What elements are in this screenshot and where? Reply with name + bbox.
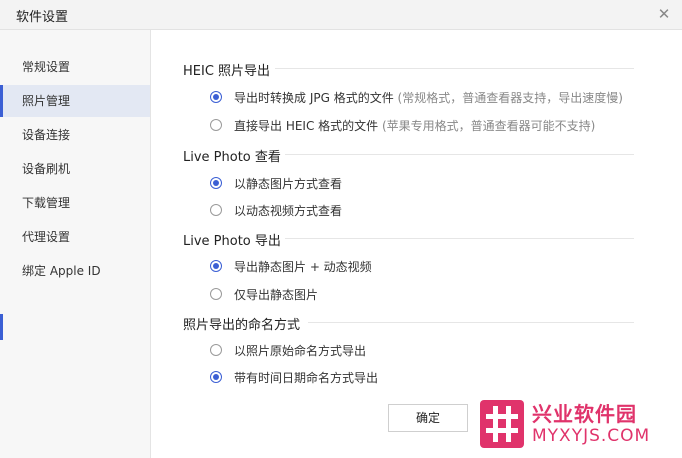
sidebar-item-device-flash[interactable]: 设备刷机 — [0, 153, 150, 185]
option-label: 直接导出 HEIC 格式的文件 — [234, 119, 379, 133]
section-divider — [285, 154, 634, 155]
close-icon[interactable]: ✕ — [656, 5, 672, 23]
settings-sidebar: 常规设置 照片管理 设备连接 设备刷机 下载管理 代理设置 绑定 Apple I… — [0, 30, 151, 458]
section-divider — [275, 68, 634, 69]
section-divider — [285, 238, 634, 239]
sidebar-item-photo-management[interactable]: 照片管理 — [0, 85, 150, 117]
window-title: 软件设置 — [16, 10, 69, 25]
section-title-naming-mode: 照片导出的命名方式 — [183, 318, 301, 333]
radio-button[interactable] — [210, 204, 222, 216]
radio-button[interactable] — [210, 91, 222, 103]
section-title-heic-export: HEIC 照片导出 — [183, 64, 271, 79]
option-label: 带有时间日期命名方式导出 — [234, 371, 379, 385]
watermark-url: MYXYJS.COM — [532, 426, 651, 446]
ok-button[interactable]: 确定 — [388, 404, 468, 432]
section-title-live-photo-export: Live Photo 导出 — [183, 234, 281, 249]
option-note: (常规格式，普通查看器支持，导出速度慢) — [397, 91, 623, 105]
radio-button[interactable] — [210, 177, 222, 189]
option-label: 仅导出静态图片 — [234, 288, 319, 302]
watermark-name: 兴业软件园 — [532, 402, 637, 426]
option-note: (苹果专用格式，普通查看器可能不支持) — [381, 119, 596, 133]
radio-button[interactable] — [210, 119, 222, 131]
watermark: 兴业软件园 MYXYJS.COM — [472, 392, 682, 458]
section-title-live-photo-view: Live Photo 查看 — [183, 150, 281, 165]
option-label: 以动态视频方式查看 — [234, 204, 343, 218]
sidebar-item-bind-apple-id[interactable]: 绑定 Apple ID — [0, 255, 150, 287]
radio-button[interactable] — [210, 260, 222, 272]
sidebar-item-device-connection[interactable]: 设备连接 — [0, 119, 150, 151]
sidebar-item-proxy-settings[interactable]: 代理设置 — [0, 221, 150, 253]
option-label: 以照片原始命名方式导出 — [234, 344, 367, 358]
option-label: 导出时转换成 JPG 格式的文件 — [234, 91, 394, 105]
watermark-logo-icon — [480, 400, 524, 448]
title-bar: 软件设置 ✕ — [0, 0, 682, 30]
radio-button[interactable] — [210, 371, 222, 383]
radio-button[interactable] — [210, 288, 222, 300]
sidebar-item-download-management[interactable]: 下载管理 — [0, 187, 150, 219]
background-window-edge — [0, 314, 3, 340]
section-divider — [308, 322, 634, 323]
sidebar-item-general[interactable]: 常规设置 — [0, 51, 150, 83]
radio-button[interactable] — [210, 344, 222, 356]
option-label: 以静态图片方式查看 — [234, 177, 343, 191]
option-label: 导出静态图片 + 动态视频 — [234, 260, 372, 274]
